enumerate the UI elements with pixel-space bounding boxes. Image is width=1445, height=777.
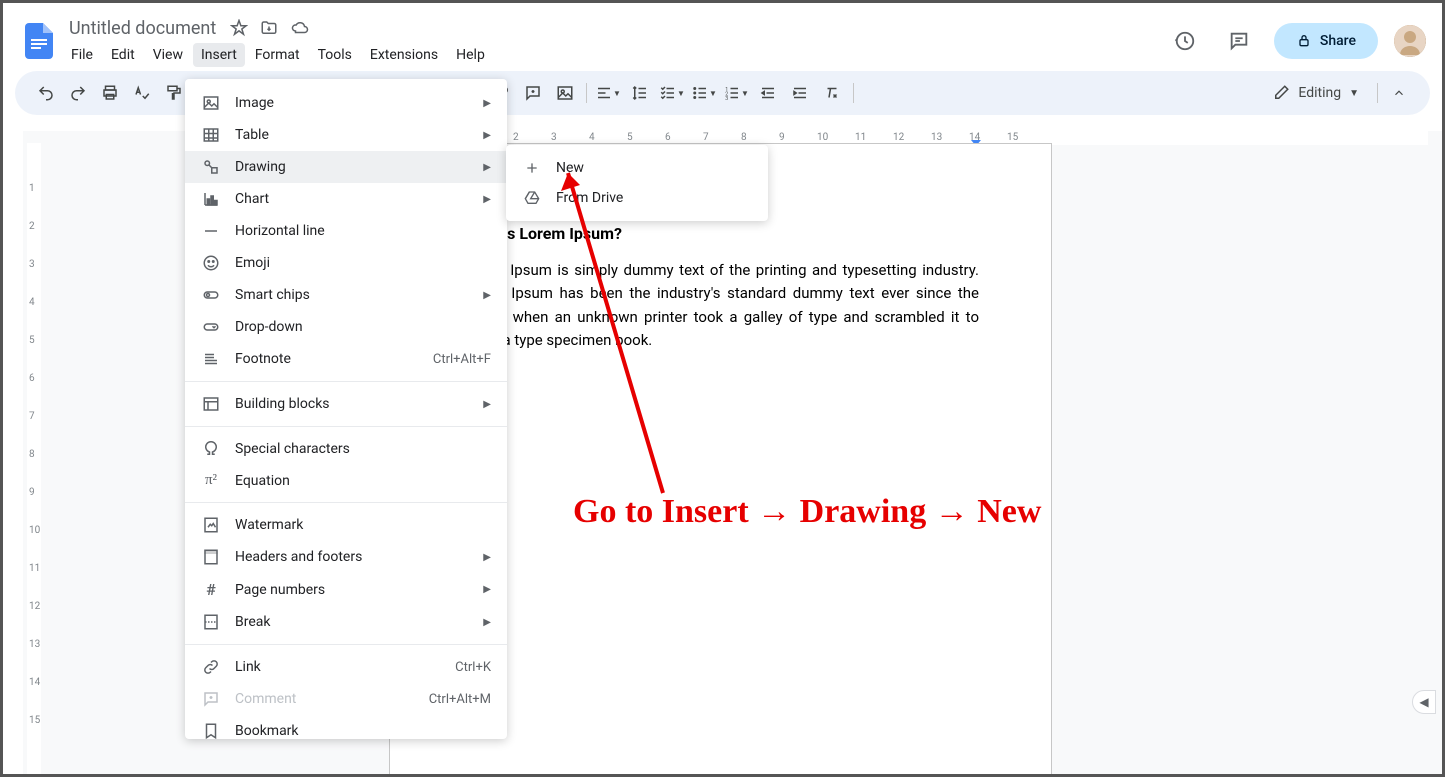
chart-icon bbox=[201, 190, 221, 208]
insert-menu-comment: CommentCtrl+Alt+M bbox=[185, 683, 507, 715]
image-icon bbox=[201, 94, 221, 112]
insert-dropdown: Image▶Table▶Drawing▶Chart▶Horizontal lin… bbox=[185, 79, 507, 739]
pagenum-icon: # bbox=[201, 580, 221, 599]
annotation-text: Go to Insert → Drawing → New bbox=[573, 493, 1041, 531]
chevron-right-icon: ▶ bbox=[483, 617, 491, 628]
insert-menu-headers-and-footers[interactable]: Headers and footers▶ bbox=[185, 541, 507, 573]
chevron-right-icon: ▶ bbox=[483, 584, 491, 595]
insert-menu-drop-down[interactable]: Drop-down bbox=[185, 311, 507, 343]
move-icon[interactable] bbox=[260, 19, 278, 37]
insert-comment-button[interactable] bbox=[518, 78, 548, 108]
numbered-list-button[interactable]: 123▼ bbox=[721, 78, 751, 108]
document-paragraph[interactable]: Lorem Ipsum is simply dummy text of the … bbox=[462, 259, 979, 352]
undo-button[interactable] bbox=[31, 78, 61, 108]
insert-menu-image[interactable]: Image▶ bbox=[185, 87, 507, 119]
document-heading[interactable]: What is Lorem Ipsum? bbox=[462, 224, 979, 243]
insert-menu-drawing[interactable]: Drawing▶ bbox=[185, 151, 507, 183]
bookmark-icon bbox=[201, 722, 221, 739]
menu-extensions[interactable]: Extensions bbox=[362, 43, 446, 67]
insert-menu-building-blocks[interactable]: Building blocks▶ bbox=[185, 388, 507, 420]
plus-icon bbox=[522, 160, 542, 176]
insert-image-button[interactable] bbox=[550, 78, 580, 108]
comments-icon[interactable] bbox=[1220, 22, 1258, 60]
decrease-indent-button[interactable] bbox=[753, 78, 783, 108]
break-icon bbox=[201, 613, 221, 631]
insert-menu-table[interactable]: Table▶ bbox=[185, 119, 507, 151]
line-spacing-button[interactable] bbox=[625, 78, 655, 108]
link-icon bbox=[201, 658, 221, 676]
insert-menu-emoji[interactable]: Emoji bbox=[185, 247, 507, 279]
comment-icon bbox=[201, 690, 221, 708]
chevron-right-icon: ▶ bbox=[483, 290, 491, 301]
headers-icon bbox=[201, 548, 221, 566]
pi-icon: π² bbox=[201, 472, 221, 489]
drawing-icon bbox=[201, 158, 221, 176]
menu-insert[interactable]: Insert bbox=[193, 43, 245, 67]
header-bar: Untitled document File Edit View Insert … bbox=[3, 3, 1442, 71]
annotation-arrow bbox=[558, 163, 678, 503]
docs-logo[interactable] bbox=[19, 21, 59, 61]
drive-icon bbox=[522, 190, 542, 206]
editing-mode-button[interactable]: Editing ▼ bbox=[1260, 78, 1371, 108]
insert-menu-equation[interactable]: π²Equation bbox=[185, 465, 507, 496]
watermark-icon bbox=[201, 516, 221, 534]
menubar: File Edit View Insert Format Tools Exten… bbox=[63, 43, 1166, 67]
collapse-toolbar-button[interactable] bbox=[1384, 78, 1414, 108]
insert-menu-chart[interactable]: Chart▶ bbox=[185, 183, 507, 215]
increase-indent-button[interactable] bbox=[785, 78, 815, 108]
checklist-button[interactable]: ▼ bbox=[657, 78, 687, 108]
smartchips-icon bbox=[201, 286, 221, 304]
chevron-right-icon: ▶ bbox=[483, 130, 491, 141]
print-button[interactable] bbox=[95, 78, 125, 108]
omega-icon bbox=[201, 440, 221, 458]
user-avatar[interactable] bbox=[1394, 25, 1426, 57]
insert-menu-footnote[interactable]: FootnoteCtrl+Alt+F bbox=[185, 343, 507, 375]
insert-menu-break[interactable]: Break▶ bbox=[185, 606, 507, 638]
cloud-icon[interactable] bbox=[290, 19, 310, 37]
document-title[interactable]: Untitled document bbox=[63, 16, 222, 41]
menu-help[interactable]: Help bbox=[448, 43, 493, 67]
menu-tools[interactable]: Tools bbox=[310, 43, 360, 67]
chevron-right-icon: ▶ bbox=[483, 162, 491, 173]
dropdown-icon bbox=[201, 318, 221, 336]
menu-edit[interactable]: Edit bbox=[103, 43, 143, 67]
history-icon[interactable] bbox=[1166, 22, 1204, 60]
menu-format[interactable]: Format bbox=[247, 43, 308, 67]
title-area: Untitled document File Edit View Insert … bbox=[59, 16, 1166, 67]
chevron-right-icon: ▶ bbox=[483, 399, 491, 410]
insert-menu-link[interactable]: LinkCtrl+K bbox=[185, 651, 507, 683]
insert-menu-special-characters[interactable]: Special characters bbox=[185, 433, 507, 465]
insert-menu-page-numbers[interactable]: #Page numbers▶ bbox=[185, 573, 507, 606]
svg-text:3: 3 bbox=[725, 96, 728, 102]
insert-menu-horizontal-line[interactable]: Horizontal line bbox=[185, 215, 507, 247]
chevron-right-icon: ▶ bbox=[483, 194, 491, 205]
vertical-ruler[interactable]: 123456789101112131415 bbox=[27, 143, 41, 774]
clear-formatting-button[interactable] bbox=[817, 78, 847, 108]
hr-icon bbox=[201, 222, 221, 240]
editing-label: Editing bbox=[1298, 85, 1341, 101]
align-button[interactable]: ▼ bbox=[593, 78, 623, 108]
menu-file[interactable]: File bbox=[63, 43, 101, 67]
footnote-icon bbox=[201, 350, 221, 368]
spellcheck-button[interactable] bbox=[127, 78, 157, 108]
emoji-icon bbox=[201, 254, 221, 272]
insert-menu-bookmark[interactable]: Bookmark bbox=[185, 715, 507, 739]
table-icon bbox=[201, 126, 221, 144]
bulleted-list-button[interactable]: ▼ bbox=[689, 78, 719, 108]
menu-view[interactable]: View bbox=[145, 43, 191, 67]
insert-menu-smart-chips[interactable]: Smart chips▶ bbox=[185, 279, 507, 311]
star-icon[interactable] bbox=[230, 19, 248, 37]
chevron-right-icon: ▶ bbox=[483, 552, 491, 563]
blocks-icon bbox=[201, 395, 221, 413]
header-right: Share bbox=[1166, 22, 1426, 60]
share-label: Share bbox=[1320, 33, 1356, 49]
insert-menu-watermark[interactable]: Watermark bbox=[185, 509, 507, 541]
chevron-right-icon: ▶ bbox=[483, 98, 491, 109]
share-button[interactable]: Share bbox=[1274, 23, 1378, 59]
side-panel-toggle[interactable]: ◀ bbox=[1412, 690, 1436, 714]
redo-button[interactable] bbox=[63, 78, 93, 108]
